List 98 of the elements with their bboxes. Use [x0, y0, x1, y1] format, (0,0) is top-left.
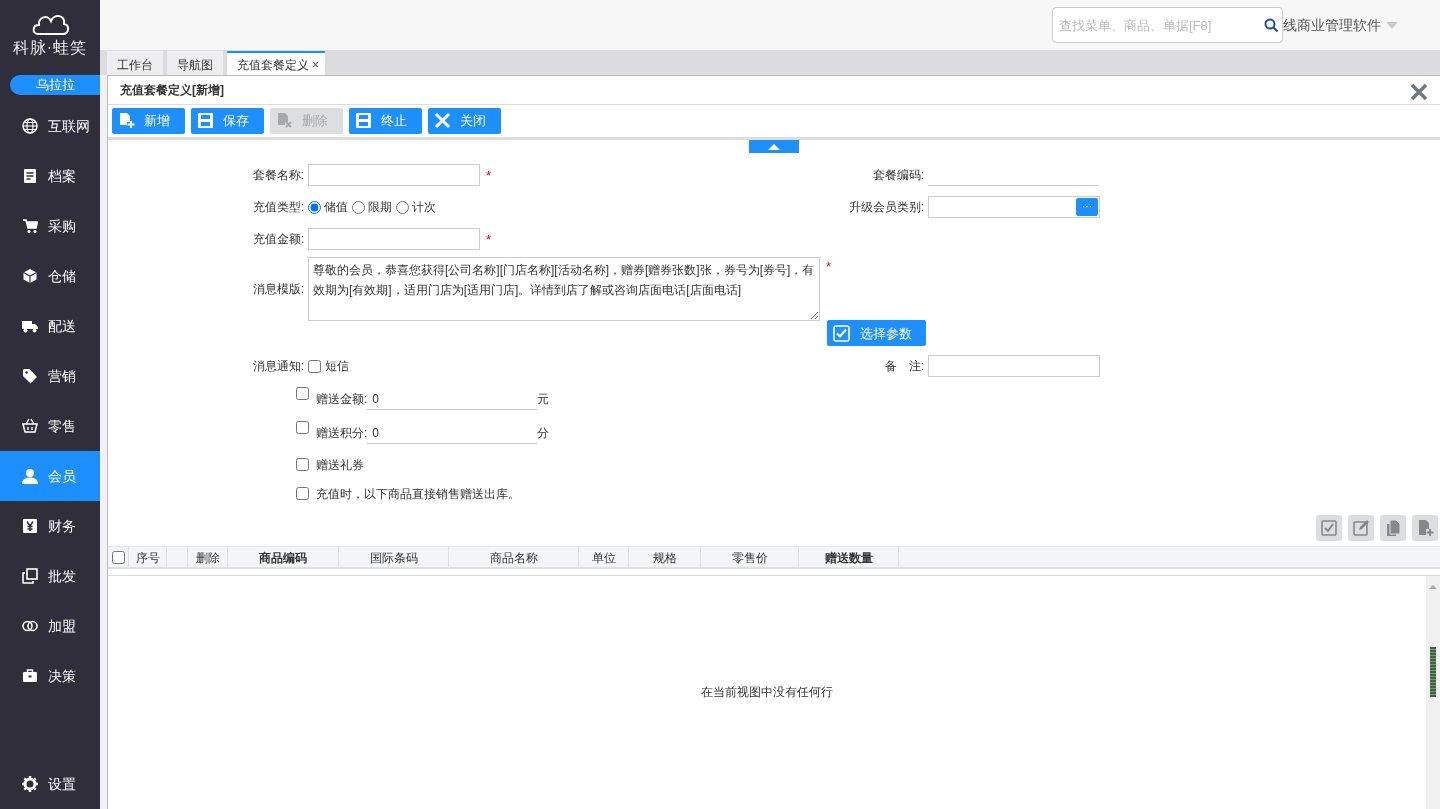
grid-tool-button[interactable] [1380, 514, 1406, 541]
checkbox[interactable] [296, 487, 309, 501]
tab-close-icon[interactable]: × [312, 58, 319, 72]
sidebar-item[interactable]: 互联网 [0, 101, 100, 151]
tab[interactable]: 充值套餐定义 × [227, 51, 325, 75]
panel-title: 充值套餐定义[新增] [120, 82, 224, 100]
copy-icon [22, 568, 38, 584]
search-field[interactable]: 查找菜单、商品、单据[F8] [1052, 7, 1283, 43]
basket-icon [22, 418, 38, 434]
checkbox[interactable] [308, 359, 321, 373]
sidebar-item[interactable]: 仓储 [0, 251, 100, 301]
required-mark: * [826, 259, 832, 275]
field-label: 充值类型: [251, 199, 305, 217]
radio-button[interactable] [352, 200, 365, 214]
required-mark: * [486, 230, 492, 249]
scrollbar[interactable] [1426, 575, 1440, 809]
checkbox-label: 赠送金额: [316, 391, 368, 409]
checkbox-icon [1320, 518, 1338, 537]
column-header[interactable]: 序号 [129, 546, 167, 569]
message-template-field[interactable]: 尊敬的会员，恭喜您获得[公司名称][门店名称][活动名称]，赠券[赠券张数]张，券号为[券号]，有效期为[有效期]，适用门店为[适用门店]。详情到店了解或咨询店面电话[店面电话] [308, 257, 820, 322]
sidebar-item[interactable]: 配送 [0, 301, 100, 351]
sidebar-item[interactable]: 营销 [0, 351, 100, 401]
new-file-icon [118, 112, 135, 130]
search-icon[interactable] [1264, 18, 1279, 33]
close-icon [434, 112, 451, 130]
caret-up-icon [768, 143, 780, 150]
grid-tool-button[interactable] [1316, 514, 1342, 541]
sidebar-item[interactable]: 采购 [0, 201, 100, 251]
document-icon [1384, 518, 1402, 537]
option-label: 短信 [325, 358, 349, 376]
checkbox[interactable] [296, 458, 309, 472]
unit-label: 分 [537, 425, 550, 443]
product-menu[interactable]: 线商业管理软件 [1283, 14, 1398, 36]
close-icon[interactable] [1410, 83, 1428, 102]
sidebar-item[interactable]: 决策 [0, 651, 100, 701]
save-icon [355, 112, 372, 130]
column-header[interactable]: 赠送数量 [799, 546, 899, 569]
cube-icon [22, 268, 38, 284]
settings-item[interactable]: 设置 [0, 759, 100, 809]
text-field[interactable] [308, 228, 480, 251]
checkbox-label: 赠送礼券 [316, 456, 364, 474]
save-icon [197, 112, 214, 130]
field-label: 套餐名称: [251, 167, 305, 185]
column-header[interactable]: 单位 [579, 546, 629, 569]
grid-tool-button[interactable] [1348, 514, 1374, 541]
caret-up-icon [1429, 584, 1437, 589]
checkbox[interactable] [296, 387, 309, 401]
column-header[interactable]: 删除 [188, 546, 228, 569]
option-label: 储值 [324, 199, 348, 217]
settings-icon [22, 776, 38, 792]
checkbox[interactable] [296, 421, 309, 435]
document-icon [22, 168, 38, 184]
tab[interactable]: 导航图 [167, 51, 223, 75]
sidebar-item[interactable]: 零售 [0, 401, 100, 451]
tag-icon [22, 368, 38, 384]
caret-down-icon [1386, 21, 1398, 29]
edit-icon [1352, 518, 1370, 537]
field-label: 升级会员类别: [847, 199, 925, 217]
checkbox-icon [833, 324, 850, 342]
radio-button[interactable] [308, 200, 321, 214]
option-label: 限期 [368, 199, 392, 217]
new-file-icon [1416, 518, 1434, 537]
user-name-badge: 乌拉拉 [10, 75, 100, 95]
unit-label: 元 [537, 391, 550, 409]
sidebar-item[interactable]: 加盟 [0, 601, 100, 651]
column-header[interactable]: 商品编码 [228, 546, 339, 569]
column-header[interactable]: 规格 [629, 546, 701, 569]
sidebar-item[interactable]: 档案 [0, 151, 100, 201]
column-header[interactable]: 国际条码 [339, 546, 449, 569]
option-label: 计次 [412, 199, 436, 217]
field-label: 消息模版: [251, 281, 305, 299]
delete-file-icon [276, 112, 293, 130]
radio-button[interactable] [396, 200, 409, 214]
tab[interactable]: 工作台 [107, 51, 163, 75]
column-header[interactable]: 商品名称 [449, 546, 579, 569]
field-label: 备 注: [883, 358, 925, 376]
cart-icon [22, 218, 38, 234]
sidebar-item[interactable]: 批发 [0, 551, 100, 601]
text-field[interactable] [308, 164, 480, 187]
required-mark: * [486, 166, 492, 185]
select-all-checkbox[interactable] [111, 551, 125, 565]
empty-message: 在当前视图中没有任何行 [701, 684, 833, 702]
grid-tool-button[interactable] [1412, 514, 1438, 541]
field-label: 充值金额: [251, 231, 305, 249]
field-label: 套餐编码: [871, 167, 925, 185]
globe-icon [22, 118, 38, 134]
checkbox-label: 充值时，以下商品直接销售赠送出库。 [316, 485, 520, 503]
truck-icon [22, 318, 38, 334]
column-header[interactable]: 零售价 [701, 546, 799, 569]
text-field[interactable] [928, 355, 1100, 378]
checkbox-label: 赠送积分: [316, 425, 368, 443]
field-label: 消息通知: [251, 358, 305, 376]
logo-text: 科脉·蛙笑 [11, 38, 89, 58]
yen-icon [22, 518, 38, 534]
rings-icon [22, 618, 38, 634]
briefcase-icon [22, 668, 38, 684]
person-icon [22, 468, 38, 484]
sidebar-item[interactable]: 财务 [0, 501, 100, 551]
